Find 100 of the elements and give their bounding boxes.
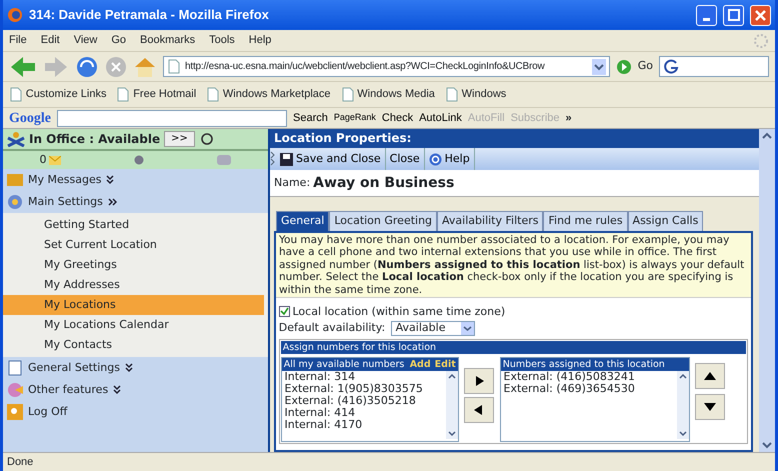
list-item[interactable]: External: (416)5083241	[504, 371, 674, 383]
help-icon	[428, 152, 442, 166]
reload-icon[interactable]	[75, 54, 99, 78]
menu-item[interactable]: Edit	[40, 32, 60, 49]
page-icon	[116, 86, 130, 102]
menu-item[interactable]: My Locations	[3, 295, 264, 315]
google-icon	[663, 58, 679, 74]
field-label: Default availability:	[278, 320, 386, 336]
bookmark-link[interactable]: Windows	[444, 86, 506, 103]
back-icon[interactable]	[9, 54, 37, 78]
toolbar-search-field[interactable]	[57, 110, 287, 126]
firefox-icon	[7, 7, 23, 23]
list-header: Numbers assigned to this location	[502, 358, 666, 371]
google-logo: Google	[9, 110, 51, 128]
menu-item[interactable]: Go	[111, 32, 126, 49]
tab[interactable]: Find me rules	[543, 211, 628, 230]
arrow-left-icon	[474, 404, 484, 415]
window-title: 314: Davide Petramala - Mozilla Firefox	[29, 6, 270, 24]
dropdown-icon	[460, 322, 474, 335]
list-item[interactable]: Internal: 314	[284, 371, 443, 383]
status-link[interactable]: In Office : Available	[29, 130, 160, 148]
toolbar-button[interactable]: Check	[382, 110, 414, 126]
list-item[interactable]: External: (469)3654530	[504, 383, 674, 395]
go-icon[interactable]	[616, 58, 632, 74]
arrow-right-icon	[474, 376, 484, 386]
menu-item[interactable]: Getting Started	[3, 215, 264, 235]
location-name: Away on Business	[313, 174, 454, 192]
bookmark-link[interactable]: Free Hotmail	[116, 86, 196, 103]
checkbox[interactable]	[278, 306, 290, 318]
menu-item[interactable]: My Greetings	[3, 255, 264, 275]
go-button[interactable]: Go	[638, 58, 653, 75]
throbber-icon	[753, 32, 769, 48]
panel-header: Location Properties:	[270, 129, 759, 148]
menu-item[interactable]: Tools	[209, 32, 235, 49]
dropdown-icon	[592, 58, 606, 74]
person-icon	[7, 131, 25, 147]
more-button[interactable]: »	[566, 110, 572, 126]
address-field[interactable]: http://esna-uc.esna.main/uc/webclient/webclient.asp?WCI=CheckLoginInfo&UCBrow	[163, 56, 610, 77]
menu-item[interactable]: Help	[248, 32, 272, 49]
envelope-icon	[49, 156, 62, 164]
page-icon	[444, 86, 459, 102]
menu-section[interactable]: Main Settings	[3, 191, 268, 213]
menu-section[interactable]: My Messages	[3, 169, 268, 191]
search-field[interactable]	[659, 56, 769, 77]
maximize-button[interactable]	[723, 4, 744, 26]
menu-item[interactable]: My Contacts	[3, 335, 264, 355]
toolbar-button[interactable]: AutoLink	[419, 110, 462, 126]
menu-item[interactable]: Set Current Location	[3, 235, 264, 255]
minimize-button[interactable]	[696, 4, 717, 26]
move-right-button[interactable]	[464, 368, 494, 394]
close-icon	[755, 10, 766, 20]
menu-item[interactable]: Bookmarks	[140, 32, 196, 49]
page-icon	[206, 86, 220, 102]
list-item[interactable]: External: 1(905)8303575	[284, 383, 443, 395]
menu-item[interactable]: My Addresses	[3, 275, 264, 295]
arrow-down-icon	[704, 403, 716, 411]
list-item[interactable]: External: (416)3505218	[284, 395, 443, 407]
menu-item[interactable]: View	[74, 32, 98, 49]
status-text: Done	[3, 452, 775, 471]
scrollbar-icon	[676, 371, 689, 439]
menu-item[interactable]: My Locations Calendar	[3, 315, 264, 335]
maximize-icon	[728, 9, 740, 21]
group-header: Assign numbers for this location	[280, 341, 746, 354]
tab[interactable]: General	[276, 211, 330, 230]
menu-section[interactable]: Other features	[3, 379, 268, 401]
expand-button[interactable]: >>	[164, 131, 195, 147]
tab[interactable]: Location Greeting	[329, 211, 438, 230]
bookmark-link[interactable]: Windows Marketplace	[206, 86, 331, 103]
minimize-icon	[703, 18, 710, 20]
info-paragraph: You may have more than one number associated to a location. For example, you may have a cell phone and two internal extensions that you use while in office. The first assigned number (Numbers assigned to this location list-box) is always your default number. Select the Local location check-box only if the location you are specifying is within the same time zone.	[276, 232, 751, 298]
list-header: All my available numbers	[284, 358, 406, 371]
menu-item[interactable]: File	[9, 32, 27, 49]
move-left-button[interactable]	[464, 396, 494, 423]
name-label: Name:	[274, 174, 310, 191]
message-count: 0	[40, 152, 47, 168]
toolbar-button[interactable]: Search	[293, 110, 328, 126]
close-button[interactable]	[750, 4, 771, 26]
scrollbar-icon	[446, 371, 458, 439]
tab[interactable]: Assign Calls	[628, 211, 704, 230]
list-item[interactable]: Internal: 414	[284, 407, 443, 419]
checkbox-label: Local location (within same time zone)	[292, 304, 506, 320]
scrollbar[interactable]	[759, 129, 775, 452]
arrow-up-icon	[704, 372, 716, 380]
bookmark-link[interactable]: Windows Media	[340, 86, 435, 103]
list-item[interactable]: Internal: 4170	[284, 419, 443, 431]
bookmark-link[interactable]: Customize Links	[9, 86, 106, 103]
page-icon	[167, 58, 181, 74]
availability-select[interactable]: Available	[390, 320, 475, 336]
list-link[interactable]: Edit	[434, 358, 456, 371]
move-down-button[interactable]	[695, 394, 726, 420]
page-icon	[340, 86, 355, 102]
document-icon	[7, 360, 23, 376]
move-up-button[interactable]	[695, 362, 726, 388]
toolbar-button[interactable]: PageRank	[334, 111, 376, 125]
list-link[interactable]: Add	[410, 358, 431, 371]
folder-icon	[7, 172, 23, 188]
menu-section[interactable]: General Settings	[3, 357, 268, 379]
page-icon	[9, 86, 23, 102]
menu-section[interactable]: Log Off	[3, 401, 268, 423]
tab[interactable]: Availability Filters	[437, 211, 544, 230]
